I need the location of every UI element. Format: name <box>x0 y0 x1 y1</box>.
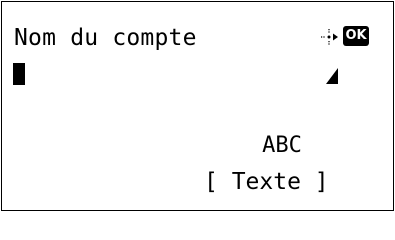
text-cursor <box>13 63 25 85</box>
four-way-arrows-icon <box>321 29 338 45</box>
triangle-corner-icon <box>326 68 338 84</box>
ok-key-indicator: OK <box>343 26 369 46</box>
text-softkey-button[interactable]: [ Texte ] <box>204 167 329 197</box>
screen-title: Nom du compte <box>14 25 197 51</box>
lcd-screen: Nom du compte OK ABC [ Texte ] <box>1 1 394 211</box>
input-mode-label: ABC <box>262 133 302 158</box>
